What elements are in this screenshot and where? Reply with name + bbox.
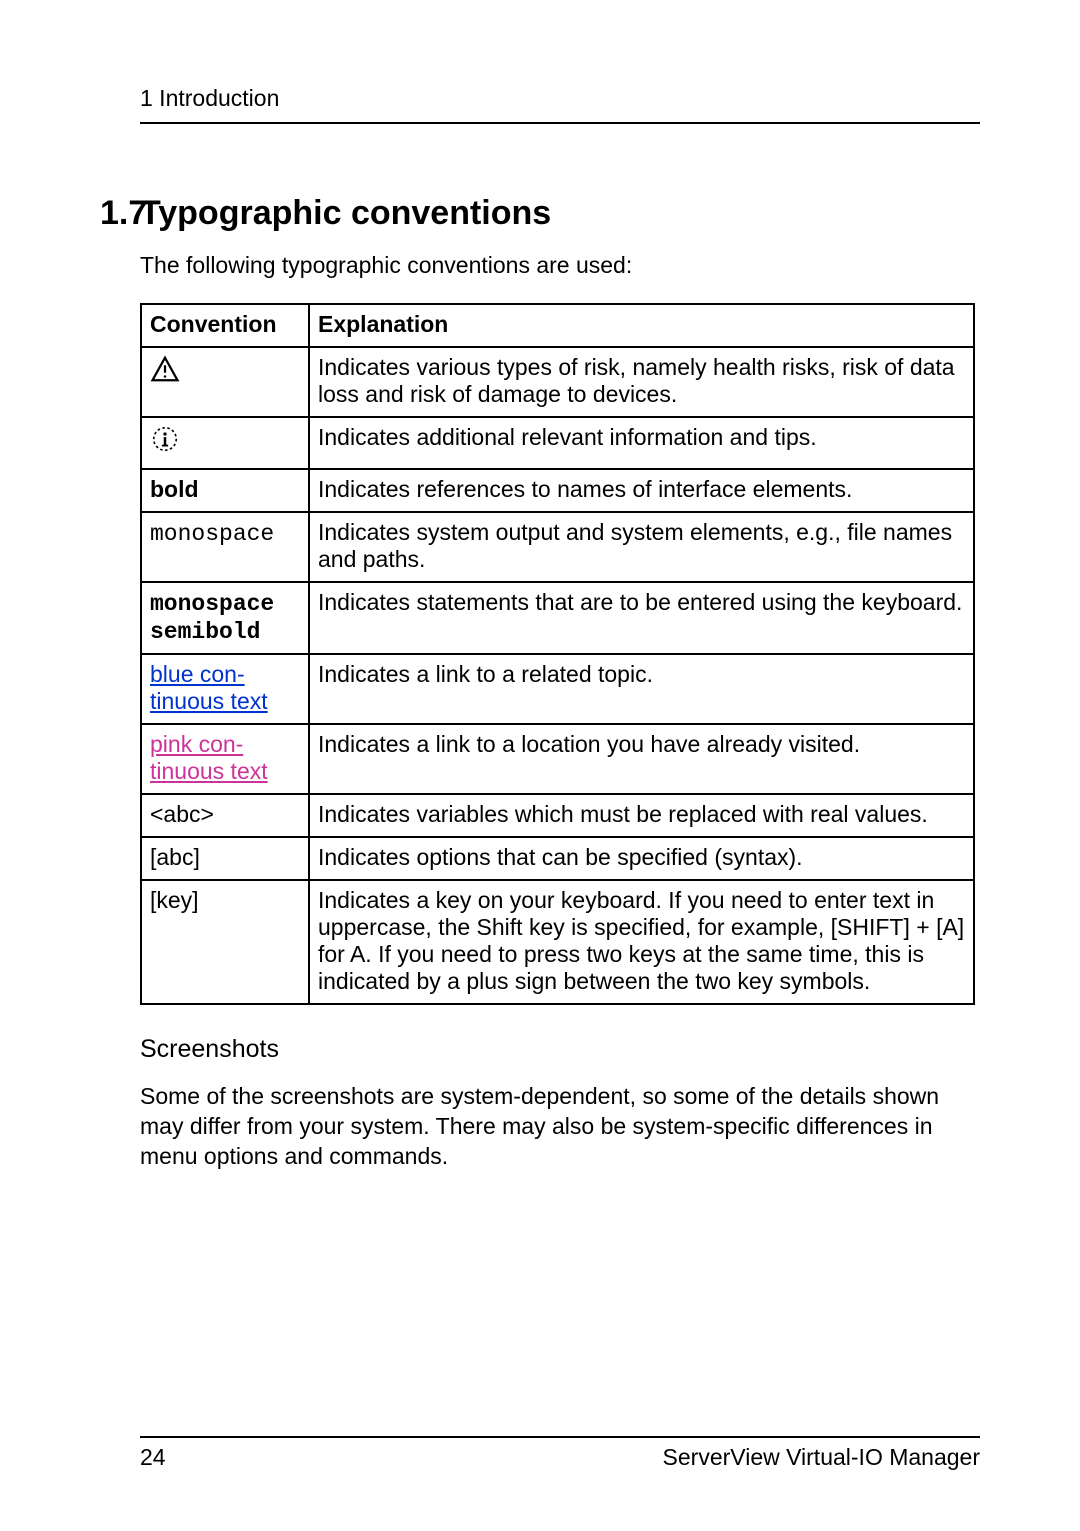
blue-link-sample: blue con- tinuous text <box>150 661 268 714</box>
table-header-convention: Convention <box>141 304 309 347</box>
info-icon <box>150 433 180 459</box>
table-row: monospace Indicates system output and sy… <box>141 512 974 582</box>
convention-cell: pink con- tinuous text <box>141 724 309 794</box>
table-row: [abc] Indicates options that can be spec… <box>141 837 974 880</box>
explanation-cell: Indicates a link to a related topic. <box>309 654 974 724</box>
convention-cell <box>141 347 309 417</box>
monospace-sample: monospace <box>150 521 274 547</box>
table-row: Indicates various types of risk, namely … <box>141 347 974 417</box>
screenshots-paragraph: Some of the screenshots are system-depen… <box>140 1082 980 1172</box>
pink-link-line2: tinuous text <box>150 758 268 784</box>
convention-cell: blue con- tinuous text <box>141 654 309 724</box>
table-header-explanation: Explanation <box>309 304 974 347</box>
explanation-cell: Indicates a key on your keyboard. If you… <box>309 880 974 1004</box>
convention-cell: <abc> <box>141 794 309 837</box>
convention-cell: [abc] <box>141 837 309 880</box>
explanation-cell: Indicates a link to a location you have … <box>309 724 974 794</box>
section-heading: 1.7 Typographic conventions <box>100 194 980 233</box>
convention-cell: bold <box>141 469 309 512</box>
table-row: monospace semibold Indicates statements … <box>141 582 974 654</box>
explanation-cell: Indicates options that can be specified … <box>309 837 974 880</box>
table-header-row: Convention Explanation <box>141 304 974 347</box>
header-rule <box>140 122 980 124</box>
mono-semi-line1: monospace <box>150 591 274 617</box>
explanation-cell: Indicates various types of risk, namely … <box>309 347 974 417</box>
explanation-cell: Indicates variables which must be replac… <box>309 794 974 837</box>
product-name: ServerView Virtual-IO Manager <box>663 1444 980 1471</box>
convention-cell: monospace <box>141 512 309 582</box>
explanation-cell: Indicates references to names of interfa… <box>309 469 974 512</box>
intro-paragraph: The following typographic conventions ar… <box>140 251 980 281</box>
pink-link-line1: pink con- <box>150 731 243 757</box>
convention-cell: [key] <box>141 880 309 1004</box>
section-number: 1.7 <box>45 194 140 233</box>
convention-cell <box>141 417 309 469</box>
page-number: 24 <box>140 1444 166 1471</box>
footer-rule <box>140 1436 980 1438</box>
table-row: <abc> Indicates variables which must be … <box>141 794 974 837</box>
running-head: 1 Introduction <box>140 85 980 112</box>
table-row: Indicates additional relevant informatio… <box>141 417 974 469</box>
section-title: Typographic conventions <box>140 194 551 233</box>
explanation-cell: Indicates additional relevant informatio… <box>309 417 974 469</box>
table-row: bold Indicates references to names of in… <box>141 469 974 512</box>
pink-link-sample: pink con- tinuous text <box>150 731 268 784</box>
bold-sample: bold <box>150 476 199 502</box>
mono-semi-line2: semibold <box>150 619 260 645</box>
table-row: blue con- tinuous text Indicates a link … <box>141 654 974 724</box>
screenshots-heading: Screenshots <box>140 1035 980 1064</box>
conventions-table: Convention Explanation Indicates various… <box>140 303 975 1005</box>
explanation-cell: Indicates system output and system eleme… <box>309 512 974 582</box>
convention-cell: monospace semibold <box>141 582 309 654</box>
warning-icon <box>150 363 180 389</box>
page-footer: 24 ServerView Virtual-IO Manager <box>140 1436 980 1471</box>
monospace-semibold-sample: monospace semibold <box>150 591 274 645</box>
blue-link-line2: tinuous text <box>150 688 268 714</box>
table-row: [key] Indicates a key on your keyboard. … <box>141 880 974 1004</box>
blue-link-line1: blue con- <box>150 661 245 687</box>
explanation-cell: Indicates statements that are to be ente… <box>309 582 974 654</box>
table-row: pink con- tinuous text Indicates a link … <box>141 724 974 794</box>
